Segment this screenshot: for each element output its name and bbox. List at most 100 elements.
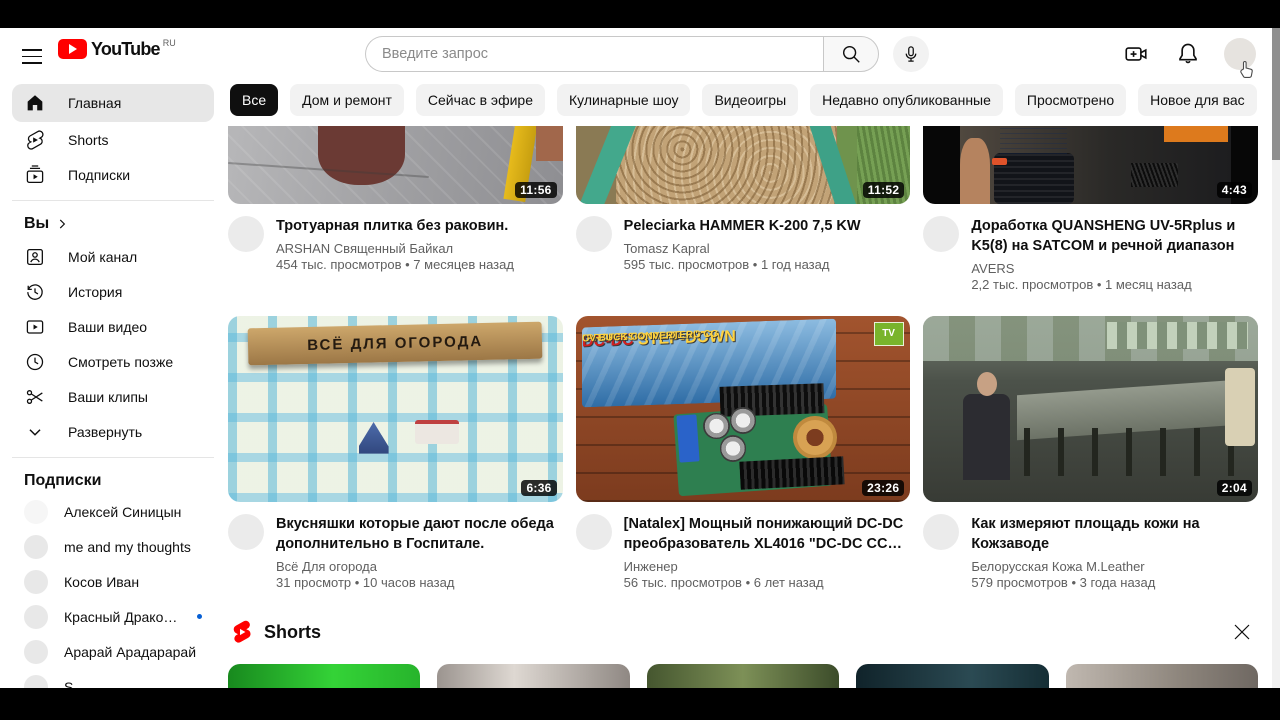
channel-name: Алексей Синицын — [64, 503, 182, 520]
video-title[interactable]: [Natalex] Мощный понижающий DC-DC преобр… — [624, 514, 905, 554]
channel-name: Косов Иван — [64, 573, 140, 590]
video-title[interactable]: Вкусняшки которые дают после обеда допол… — [276, 514, 557, 554]
chip-watched[interactable]: Просмотрено — [1014, 84, 1127, 116]
youtube-logo-icon — [58, 39, 87, 59]
search-input[interactable] — [365, 36, 823, 72]
subscription-channel[interactable]: Красный Драко… — [12, 599, 214, 634]
region-label: RU — [162, 38, 176, 48]
short-thumbnail[interactable] — [228, 664, 421, 688]
short-thumbnail[interactable] — [856, 664, 1049, 688]
voice-search-button[interactable] — [893, 36, 929, 72]
search-icon — [842, 45, 860, 63]
close-shorts-button[interactable] — [1226, 616, 1258, 648]
youtube-logo[interactable]: YouTube RU — [58, 38, 176, 60]
subscriptions-header: Подписки — [24, 472, 102, 489]
channel-avatar[interactable] — [228, 514, 264, 550]
video-stats: 595 тыс. просмотров • 1 год назад — [623, 257, 830, 272]
sidebar-item-your-videos[interactable]: Ваши видео — [12, 309, 214, 344]
channel-name[interactable]: Tomasz Kapral — [624, 241, 861, 256]
search-bar — [365, 36, 929, 72]
sidebar-item-you[interactable]: Вы — [12, 209, 214, 239]
channel-name: S… — [64, 678, 88, 689]
thumbnail-art — [923, 316, 1258, 502]
video-thumbnail[interactable]: DC-DC STEP-DOWN "PROFESSIONAL DC-DC CC C… — [575, 316, 911, 502]
channel-avatar — [24, 604, 48, 629]
main-content: Все Дом и ремонт Сейчас в эфире Кулинарн… — [226, 80, 1272, 688]
chip-new-to-you[interactable]: Новое для вас — [1138, 84, 1257, 116]
channel-watermark: TV — [873, 321, 904, 346]
video-meta: Тротуарная плитка без раковин. ARSHAN Св… — [228, 204, 563, 272]
mic-icon — [905, 46, 917, 62]
clock-icon — [26, 353, 44, 370]
notifications-button[interactable] — [1172, 38, 1204, 70]
video-card: 4:43 Доработка QUANSHENG UV-5Rplus и K5(… — [923, 126, 1258, 292]
menu-button[interactable] — [18, 40, 46, 68]
avatar[interactable] — [1224, 38, 1256, 78]
video-thumbnail[interactable]: 4:43 — [923, 126, 1258, 204]
sidebar-item-home[interactable]: Главная — [12, 84, 214, 122]
video-title[interactable]: Peleciarka HAMMER K-200 7,5 KW — [624, 216, 861, 236]
chip-video-games[interactable]: Видеоигры — [702, 84, 799, 116]
sidebar-item-label: Ваши клипы — [68, 388, 148, 405]
subscription-channel[interactable]: Косов Иван — [12, 564, 214, 599]
top-bar: YouTube RU — [0, 28, 1280, 80]
video-title[interactable]: Доработка QUANSHENG UV-5Rplus и K5(8) на… — [971, 216, 1252, 256]
short-thumbnail[interactable] — [646, 664, 840, 688]
chip-all[interactable]: Все — [230, 84, 279, 116]
create-icon — [1125, 47, 1147, 61]
video-grid: 11:56 Тротуарная плитка без раковин. ARS… — [226, 126, 1272, 590]
subscription-channel[interactable]: Алексей Синицын — [12, 494, 214, 529]
channel-name[interactable]: Белорусская Кожа M.Leather — [971, 559, 1252, 574]
video-thumbnail[interactable]: ВСЁ ДЛЯ ОГОРОДА 6:36 — [228, 316, 563, 502]
short-thumbnail[interactable] — [437, 664, 630, 688]
channel-name[interactable]: ARSHAN Священный Байкал — [276, 241, 514, 256]
video-card: 11:56 Тротуарная плитка без раковин. ARS… — [228, 126, 563, 292]
video-thumbnail[interactable]: 11:52 — [575, 126, 911, 204]
channel-avatar[interactable] — [575, 514, 612, 550]
channel-avatar[interactable] — [575, 216, 612, 252]
sidebar-item-expand[interactable]: Развернуть — [12, 414, 214, 449]
sidebar: Главная Shorts Подписки Вы Мой канал Ист… — [0, 80, 226, 688]
channel-avatar[interactable] — [923, 514, 960, 550]
chip-recently-uploaded[interactable]: Недавно опубликованные — [810, 84, 1003, 116]
channel-name[interactable]: AVERS — [971, 261, 1252, 276]
duration-badge: 11:56 — [515, 182, 557, 198]
chevron-down-icon — [29, 428, 41, 436]
video-thumbnail[interactable]: 11:56 — [228, 126, 563, 204]
video-card: DC-DC STEP-DOWN "PROFESSIONAL DC-DC CC C… — [575, 316, 911, 590]
sidebar-item-label: Главная — [68, 95, 122, 111]
channel-avatar[interactable] — [228, 216, 264, 252]
chip-home-repair[interactable]: Дом и ремонт — [290, 84, 404, 116]
sidebar-item-your-clips[interactable]: Ваши клипы — [12, 379, 214, 414]
sidebar-item-my-channel[interactable]: Мой канал — [12, 239, 214, 274]
channel-avatar[interactable] — [923, 216, 960, 252]
sidebar-item-shorts[interactable]: Shorts — [12, 122, 214, 157]
sidebar-item-subscriptions[interactable]: Подписки — [12, 157, 214, 192]
header-actions — [1120, 38, 1256, 78]
scrollbar-thumb[interactable] — [1272, 28, 1280, 160]
thumbnail-art — [228, 126, 563, 204]
subscription-channel[interactable]: me and my thoughts — [12, 529, 214, 564]
video-thumbnail[interactable]: 2:04 — [923, 316, 1258, 502]
subscription-channel[interactable]: S… — [12, 669, 214, 688]
thumbnail-art — [575, 126, 911, 204]
search-button[interactable] — [823, 36, 879, 72]
video-title[interactable]: Как измеряют площадь кожи на Кожзаводе — [971, 514, 1252, 554]
channel-avatar — [24, 499, 48, 524]
chip-cooking-shows[interactable]: Кулинарные шоу — [556, 84, 691, 116]
video-title[interactable]: Тротуарная плитка без раковин. — [276, 216, 514, 236]
sidebar-item-history[interactable]: История — [12, 274, 214, 309]
channel-name[interactable]: Инженер — [624, 559, 905, 574]
duration-badge: 4:43 — [1216, 182, 1252, 198]
thumbnail-art: ВСЁ ДЛЯ ОГОРОДА — [228, 316, 563, 502]
scrollbar[interactable] — [1272, 28, 1280, 688]
sidebar-item-watch-later[interactable]: Смотреть позже — [12, 344, 214, 379]
short-thumbnail[interactable] — [1065, 664, 1259, 688]
chip-live[interactable]: Сейчас в эфире — [415, 84, 545, 116]
sidebar-item-label: Развернуть — [68, 423, 143, 440]
subscription-channel[interactable]: Арарай Арадарарай — [12, 634, 214, 669]
you-label: Вы — [24, 215, 50, 232]
scissors-icon — [26, 389, 43, 404]
create-button[interactable] — [1120, 38, 1152, 70]
channel-name[interactable]: Всё Для огорода — [276, 559, 557, 574]
